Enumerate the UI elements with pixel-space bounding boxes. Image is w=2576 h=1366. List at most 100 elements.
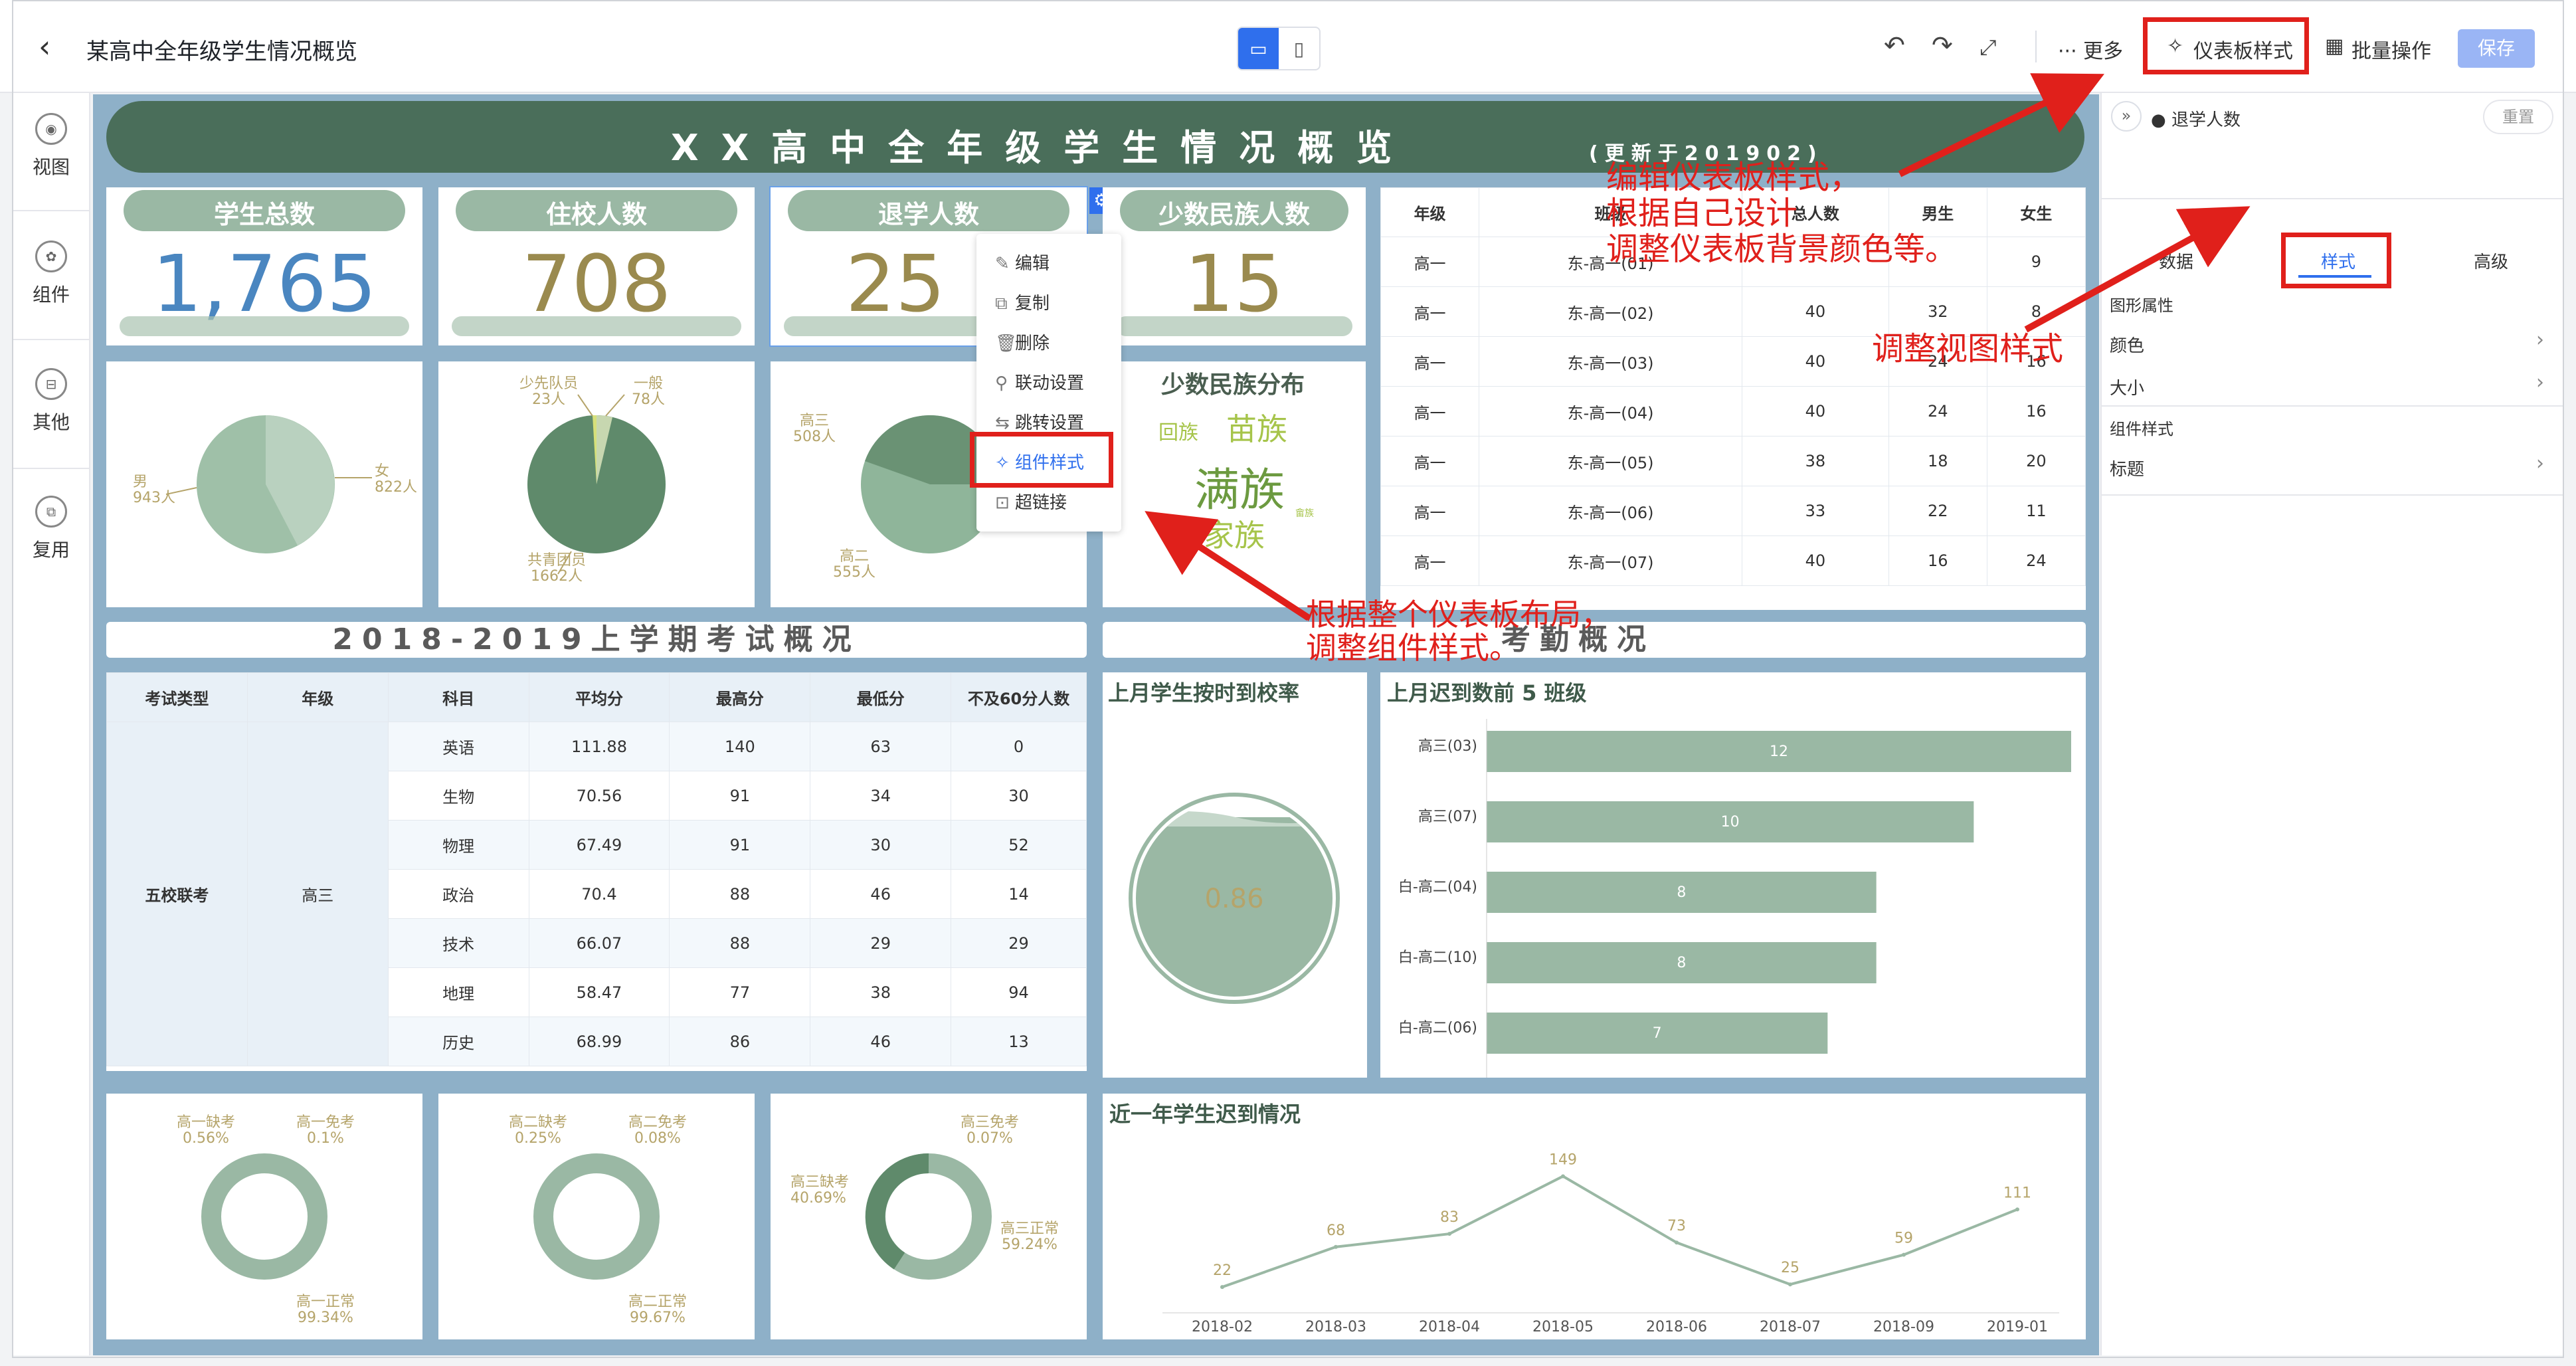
trash-icon: 🗑 [995,334,1018,353]
rail-divider [12,468,90,469]
row-title[interactable]: 标题 [2110,456,2144,480]
table-cell: 34 [810,771,952,821]
mobile-icon[interactable]: ▯ [1279,28,1319,69]
political-pie-card[interactable]: 少先队员 23人 一般 78人 共青团员 1662人 [438,361,755,607]
more-button[interactable]: ··· 更多 [2058,35,2123,64]
donut-card-grade2[interactable]: 高二缺考 0.25% 高二免考 0.08% 高二正常 99.67% [438,1094,755,1339]
late-trend-card[interactable]: 近一年学生迟到情况 22 2018-02 68 2018-03 83 2018-04 149… [1103,1094,2086,1339]
menu-item-delete[interactable]: 🗑删除 [995,330,1050,354]
cloud-decoration [120,316,409,336]
tab-advanced[interactable]: 高级 [2474,248,2508,273]
x-tick-label: 2018-07 [1760,1319,1821,1335]
undo-icon[interactable]: ↶ [1884,31,1905,60]
component-icon: ✿ [35,241,67,272]
table-cell: 40 [1742,536,1889,586]
rail-label: 复用 [32,539,70,561]
line-data-label: 111 [2003,1185,2031,1201]
cloud-decoration [452,316,741,336]
batch-operation-button[interactable]: 批量操作 [2351,35,2431,64]
x-tick-label: 2018-05 [1532,1319,1594,1335]
table-cell: 29 [951,918,1087,968]
exam-section-title: 2018-2019上学期考试概况 [106,622,1087,658]
table-cell: 68.99 [528,1017,670,1066]
chevron-right-icon[interactable]: › [2536,328,2544,351]
kpi-card-boarding[interactable]: 住校人数 708 [438,187,755,345]
donut-label: 高二缺考 0.25% [509,1114,567,1147]
ontime-rate-card[interactable]: 上月学生按时到校率 0.86 [1103,672,1367,1078]
table-cell: 地理 [387,967,529,1017]
menu-item-hyperlink[interactable]: ⊡ 超链接 [995,489,1067,514]
tab-data[interactable]: 数据 [2159,248,2193,273]
table-row: 高一 东-高一(05) 38 18 20 [1380,436,2086,486]
row-color[interactable]: 颜色 [2110,332,2144,357]
toolbar-divider [2035,31,2037,62]
device-toggle: ▭ ▯ [1237,27,1321,70]
table-cell: 40 [1742,286,1889,337]
late-bar-card[interactable]: 上月迟到数前 5 班级 高三(03) 12 高三(07) 10 白-高二(04) 8 白-高… [1380,672,2086,1078]
donut-label: 高三缺考 40.69% [790,1174,849,1207]
table-header: 最高分 [669,672,811,722]
donut-label: 高三免考 0.07% [961,1114,1019,1147]
table-cell: 政治 [387,869,529,919]
gender-pie-card[interactable]: 男 943人 女 822人 [106,361,422,607]
ethnic-wordcloud-card[interactable]: 少数民族分布 回族 苗族 满族 家族 畲族 [1103,361,1366,607]
back-arrow-icon[interactable]: ‹ [39,29,65,64]
donut-card-grade3[interactable]: 高三缺考 40.69% 高三免考 0.07% 高三正常 59.24% [771,1094,1087,1339]
donut-label: 高二正常 99.67% [628,1294,687,1326]
kpi-card-total[interactable]: 学生总数 1,765 [106,187,422,345]
menu-item-edit[interactable]: ✎ 编辑 [995,250,1050,274]
rail-item-other[interactable]: ⊟ 其他 [12,368,90,435]
line-point [1675,1240,1679,1245]
copy-icon: ⧉ [995,294,1008,314]
table-cell: 高一 [1380,386,1480,437]
redo-icon[interactable]: ↷ [1932,31,1953,60]
donut-ring [533,1153,660,1280]
menu-item-linkage[interactable]: ⚲ 联动设置 [995,369,1084,394]
donut-ring [201,1153,327,1280]
row-size[interactable]: 大小 [2110,375,2144,399]
menu-item-jump[interactable]: ⇆ 跳转设置 [995,409,1084,434]
pie-label-female: 女 822人 [375,463,417,496]
chevron-right-icon[interactable]: › [2536,371,2544,394]
donut-chart: 高二缺考 0.25% 高二免考 0.08% 高二正常 99.67% [509,1114,687,1326]
rail-item-view[interactable]: ◉ 视图 [12,113,90,179]
panel-divider [2102,494,2564,496]
x-tick-label: 2018-02 [1192,1319,1253,1335]
annotation-view-style: 调整视图样式 [1872,330,2064,367]
expand-icon[interactable]: ⤢ [1979,35,1997,60]
rail-label: 组件 [32,284,70,306]
line-data-label: 25 [1781,1260,1799,1276]
table-cell: 13 [951,1017,1087,1066]
table-cell: 16 [1986,386,2086,437]
kpi-card-minority[interactable]: 少数民族人数 15 [1103,187,1366,345]
table-cell: 91 [669,820,811,870]
table-cell: 77 [669,967,811,1017]
line-point [2015,1207,2019,1212]
rail-item-component[interactable]: ✿ 组件 [12,241,90,307]
table-cell: 38 [810,967,952,1017]
table-cell: 140 [669,722,811,771]
hyperlink-icon: ⊡ [995,493,1010,513]
rail-item-reuse[interactable]: ⧉ 复用 [12,496,90,562]
line-data-label: 73 [1667,1218,1686,1234]
save-button[interactable]: 保存 [2458,29,2535,68]
table-cell: 24 [1888,386,1987,437]
table-header: 年级 [1380,187,1480,237]
menu-item-copy[interactable]: ⧉ 复制 [995,290,1050,314]
reset-button[interactable]: 重置 [2483,100,2553,134]
table-cell: 技术 [387,918,529,968]
desktop-icon[interactable]: ▭ [1238,28,1279,69]
collapse-icon[interactable]: » [2111,101,2142,132]
pie-label-male: 男 943人 [133,474,175,506]
line-data-label: 83 [1440,1209,1459,1226]
table-cell: 67.49 [528,820,670,870]
table-header: 科目 [387,672,529,722]
bar-value-label: 8 [1677,955,1686,971]
donut-label: 高一免考 0.1% [296,1114,355,1147]
right-config-panel: » ● 退学人数 重置 数据 样式 高级 图形属性 颜色 › 大小 › 组件样式… [2100,93,2564,1355]
rail-label: 其他 [32,411,70,433]
donut-card-grade1[interactable]: 高一缺考 0.56% 高一免考 0.1% 高一正常 99.34% [106,1094,422,1339]
chevron-right-icon[interactable]: › [2536,452,2544,475]
rail-label: 视图 [32,156,70,178]
table-header: 平均分 [528,672,670,722]
